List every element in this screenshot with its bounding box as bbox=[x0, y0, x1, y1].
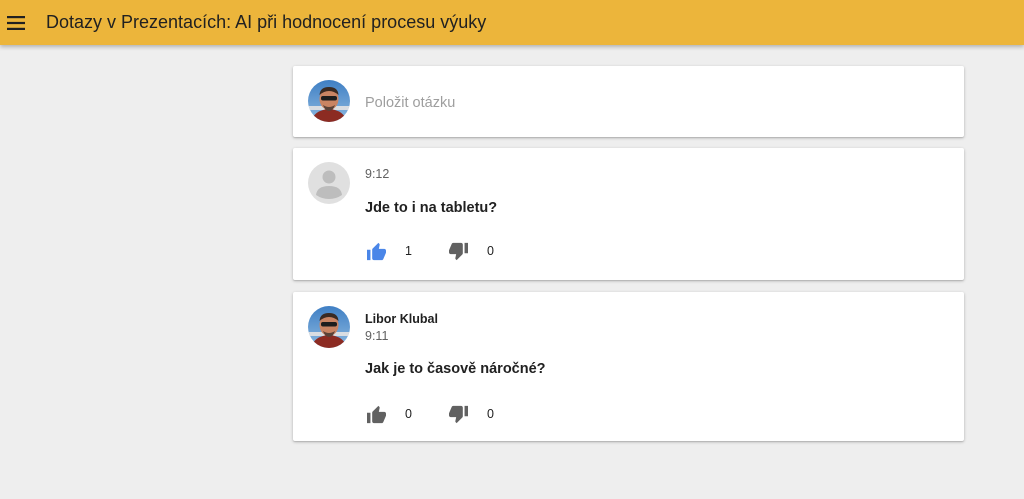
question-card: 9:12 Jde to i na tabletu? 1 0 bbox=[293, 148, 964, 280]
dislike-button[interactable] bbox=[447, 240, 469, 262]
ask-question-card bbox=[293, 66, 964, 137]
default-avatar-icon bbox=[308, 162, 350, 204]
thumbs-down-icon bbox=[448, 405, 468, 423]
thumbs-up-icon bbox=[366, 405, 386, 423]
question-time: 9:11 bbox=[365, 329, 389, 343]
question-author: Libor Klubal bbox=[365, 312, 438, 326]
question-text: Jde to i na tabletu? bbox=[365, 200, 498, 216]
dislike-count: 0 bbox=[487, 244, 494, 258]
like-count: 1 bbox=[405, 244, 412, 258]
page-title: Dotazy v Prezentacích: AI při hodnocení … bbox=[46, 12, 487, 32]
questions-column: 9:12 Jde to i na tabletu? 1 0 bbox=[293, 66, 964, 441]
menu-button[interactable] bbox=[1, 8, 31, 38]
like-button[interactable] bbox=[365, 403, 387, 425]
hamburger-menu-icon bbox=[7, 15, 25, 30]
question-time: 9:12 bbox=[365, 167, 390, 181]
thumbs-down-icon bbox=[448, 242, 468, 260]
app-bar: Dotazy v Prezentacích: AI při hodnocení … bbox=[0, 0, 1024, 45]
question-text: Jak je to časově náročné? bbox=[365, 361, 546, 377]
vote-bar: 1 0 bbox=[365, 240, 529, 262]
avatar bbox=[308, 306, 350, 348]
avatar bbox=[308, 80, 350, 122]
vote-bar: 0 0 bbox=[365, 403, 529, 425]
dislike-button[interactable] bbox=[447, 403, 469, 425]
ask-question-input[interactable] bbox=[365, 92, 925, 114]
thumbs-up-icon bbox=[366, 242, 386, 260]
dislike-count: 0 bbox=[487, 407, 494, 421]
like-button[interactable] bbox=[365, 240, 387, 262]
question-card: Libor Klubal 9:11 Jak je to časově nároč… bbox=[293, 292, 964, 441]
like-count: 0 bbox=[405, 407, 412, 421]
